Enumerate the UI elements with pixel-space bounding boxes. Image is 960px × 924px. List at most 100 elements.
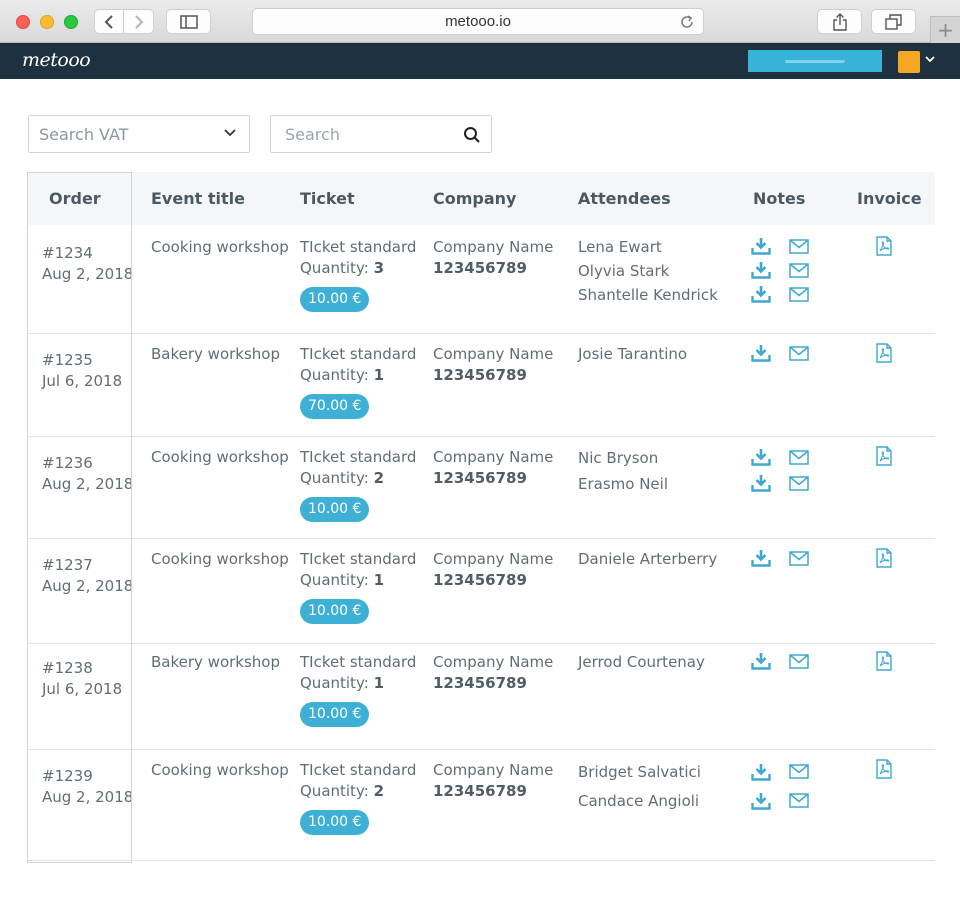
search-field[interactable] bbox=[270, 115, 492, 153]
order-cell: #1237 Aug 2, 2018 bbox=[42, 555, 133, 597]
download-icon[interactable] bbox=[751, 763, 771, 781]
col-company[interactable]: Company bbox=[433, 172, 516, 225]
chevron-down-icon bbox=[224, 129, 236, 137]
attendee-name: Bridget Salvatici bbox=[578, 763, 701, 781]
attendees-cell: Nic Bryson Erasmo Neil bbox=[578, 445, 668, 497]
price-badge: 10.00 € bbox=[300, 599, 370, 624]
vat-select[interactable]: Search VAT bbox=[28, 115, 250, 153]
download-icon[interactable] bbox=[751, 474, 771, 492]
envelope-icon[interactable] bbox=[789, 764, 809, 779]
share-icon bbox=[832, 12, 847, 31]
envelope-icon[interactable] bbox=[789, 286, 809, 302]
new-tab-button[interactable]: + bbox=[930, 16, 960, 43]
order-date: Jul 6, 2018 bbox=[42, 372, 123, 390]
app-header: metooo bbox=[0, 43, 960, 79]
attendees-cell: Josie Tarantino bbox=[578, 342, 687, 366]
table-row: #1236 Aug 2, 2018 Cooking workshop TIcket s… bbox=[27, 437, 935, 539]
ticket-cell: TIcket standard Quantity: 2 10.00 € bbox=[300, 760, 416, 835]
envelope-icon[interactable] bbox=[789, 653, 809, 669]
download-icon[interactable] bbox=[751, 652, 771, 670]
company-name: Company Name bbox=[433, 448, 554, 466]
col-event-title[interactable]: Event title bbox=[151, 172, 245, 225]
minimize-window-button[interactable] bbox=[40, 15, 54, 29]
order-number[interactable]: #1238 bbox=[42, 658, 122, 679]
event-title: Bakery workshop bbox=[151, 345, 280, 363]
pdf-file-icon[interactable] bbox=[875, 759, 893, 783]
envelope-icon[interactable] bbox=[789, 345, 809, 361]
order-date: Aug 2, 2018 bbox=[42, 577, 134, 595]
sidebar-toggle-button[interactable] bbox=[166, 9, 211, 34]
col-order[interactable]: Order bbox=[49, 172, 101, 225]
table-row: #1238 Jul 6, 2018 Bakery workshop TIcket st… bbox=[27, 644, 935, 750]
button-placeholder-bar bbox=[785, 59, 845, 63]
event-title: Cooking workshop bbox=[151, 448, 289, 466]
order-number[interactable]: #1236 bbox=[42, 453, 133, 474]
order-date: Aug 2, 2018 bbox=[42, 475, 134, 493]
company-name: Company Name bbox=[433, 238, 554, 256]
order-cell: #1238 Jul 6, 2018 bbox=[42, 658, 122, 700]
price-badge: 10.00 € bbox=[300, 810, 370, 835]
zoom-window-button[interactable] bbox=[64, 15, 78, 29]
chevron-down-icon[interactable] bbox=[925, 55, 935, 63]
address-bar[interactable]: metooo.io bbox=[252, 8, 704, 35]
envelope-icon[interactable] bbox=[789, 449, 809, 465]
download-icon[interactable] bbox=[751, 261, 771, 279]
ticket-cell: TIcket standard Quantity: 2 10.00 € bbox=[300, 447, 416, 522]
company-id: 123456789 bbox=[433, 782, 527, 800]
reload-icon[interactable] bbox=[679, 14, 695, 34]
attendee-name: Daniele Arterberry bbox=[578, 550, 718, 568]
company-cell: Company Name 123456789 bbox=[433, 344, 553, 386]
search-icon[interactable] bbox=[463, 126, 481, 144]
download-icon[interactable] bbox=[751, 344, 771, 362]
notes-cell bbox=[751, 757, 809, 815]
download-icon[interactable] bbox=[751, 285, 771, 303]
pdf-file-icon[interactable] bbox=[875, 236, 893, 260]
envelope-icon[interactable] bbox=[789, 550, 809, 566]
note-actions bbox=[751, 341, 809, 365]
order-number[interactable]: #1235 bbox=[42, 350, 122, 371]
col-ticket[interactable]: Ticket bbox=[300, 172, 355, 225]
search-input[interactable] bbox=[285, 124, 455, 144]
download-icon[interactable] bbox=[751, 237, 771, 255]
envelope-icon[interactable] bbox=[789, 262, 809, 278]
envelope-icon[interactable] bbox=[789, 793, 809, 808]
col-attendees[interactable]: Attendees bbox=[578, 172, 671, 225]
col-notes[interactable]: Notes bbox=[753, 172, 805, 225]
quantity-value: 1 bbox=[373, 366, 385, 384]
header-action-button[interactable] bbox=[748, 50, 882, 72]
back-button[interactable] bbox=[94, 9, 124, 34]
attendee-name: Olyvia Stark bbox=[578, 262, 670, 280]
download-icon[interactable] bbox=[751, 792, 771, 810]
ticket-type: TIcket standard bbox=[300, 550, 417, 568]
ticket-type: TIcket standard bbox=[300, 345, 417, 363]
order-cell: #1239 Aug 2, 2018 bbox=[42, 766, 133, 808]
pdf-file-icon[interactable] bbox=[875, 548, 893, 572]
order-number[interactable]: #1234 bbox=[42, 243, 133, 264]
logo[interactable]: metooo bbox=[22, 49, 91, 71]
notes-cell bbox=[751, 234, 809, 306]
envelope-icon[interactable] bbox=[789, 238, 809, 254]
envelope-icon[interactable] bbox=[789, 475, 809, 491]
download-icon[interactable] bbox=[751, 549, 771, 567]
order-number[interactable]: #1237 bbox=[42, 555, 133, 576]
note-actions bbox=[751, 258, 809, 282]
attendee-name: Candace Angioli bbox=[578, 792, 700, 810]
order-date: Aug 2, 2018 bbox=[42, 788, 134, 806]
ticket-quantity: Quantity: 2 bbox=[300, 468, 416, 489]
col-invoice[interactable]: Invoice bbox=[857, 172, 922, 225]
url-text: metooo.io bbox=[445, 13, 511, 30]
avatar[interactable] bbox=[898, 51, 920, 73]
pdf-file-icon[interactable] bbox=[875, 651, 893, 675]
attendee-name: Nic Bryson bbox=[578, 449, 659, 467]
download-icon[interactable] bbox=[751, 448, 771, 466]
pdf-file-icon[interactable] bbox=[875, 343, 893, 367]
order-number[interactable]: #1239 bbox=[42, 766, 133, 787]
pdf-file-icon[interactable] bbox=[875, 446, 893, 470]
share-button[interactable] bbox=[817, 9, 862, 34]
company-cell: Company Name 123456789 bbox=[433, 549, 553, 591]
company-cell: Company Name 123456789 bbox=[433, 760, 553, 802]
close-window-button[interactable] bbox=[16, 15, 30, 29]
quantity-value: 2 bbox=[373, 782, 385, 800]
tabs-overview-button[interactable] bbox=[871, 9, 916, 34]
forward-button[interactable] bbox=[124, 9, 154, 34]
